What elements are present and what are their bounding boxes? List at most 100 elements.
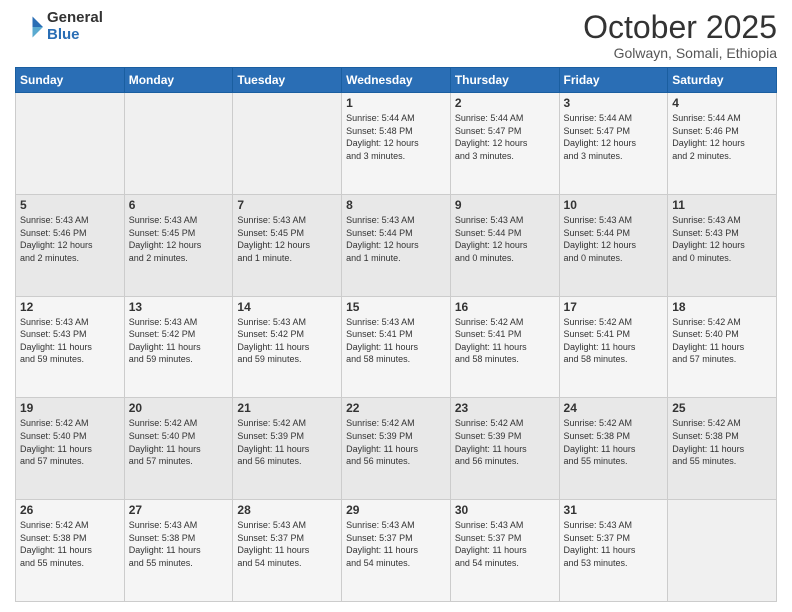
day-header-thursday: Thursday — [450, 68, 559, 93]
day-info: Sunrise: 5:43 AM Sunset: 5:41 PM Dayligh… — [346, 316, 446, 366]
day-info: Sunrise: 5:44 AM Sunset: 5:47 PM Dayligh… — [455, 112, 555, 162]
day-info: Sunrise: 5:42 AM Sunset: 5:40 PM Dayligh… — [20, 417, 120, 467]
calendar-cell: 22 Sunrise: 5:42 AM Sunset: 5:39 PM Dayli… — [342, 398, 451, 500]
calendar-cell — [124, 93, 233, 195]
calendar-cell: 21 Sunrise: 5:42 AM Sunset: 5:39 PM Dayli… — [233, 398, 342, 500]
day-number: 30 — [455, 503, 555, 517]
calendar-cell: 15 Sunrise: 5:43 AM Sunset: 5:41 PM Dayli… — [342, 296, 451, 398]
day-number: 2 — [455, 96, 555, 110]
day-info: Sunrise: 5:42 AM Sunset: 5:38 PM Dayligh… — [672, 417, 772, 467]
day-number: 1 — [346, 96, 446, 110]
day-info: Sunrise: 5:44 AM Sunset: 5:46 PM Dayligh… — [672, 112, 772, 162]
day-info: Sunrise: 5:42 AM Sunset: 5:39 PM Dayligh… — [455, 417, 555, 467]
logo-blue-text: Blue — [47, 26, 80, 43]
day-header-friday: Friday — [559, 68, 668, 93]
day-info: Sunrise: 5:43 AM Sunset: 5:46 PM Dayligh… — [20, 214, 120, 264]
calendar-cell: 1Sunrise: 5:44 AM Sunset: 5:48 PM Daylig… — [342, 93, 451, 195]
calendar-cell: 7 Sunrise: 5:43 AM Sunset: 5:45 PM Daylig… — [233, 194, 342, 296]
day-header-sunday: Sunday — [16, 68, 125, 93]
day-info: Sunrise: 5:43 AM Sunset: 5:37 PM Dayligh… — [237, 519, 337, 569]
calendar-cell: 20 Sunrise: 5:42 AM Sunset: 5:40 PM Dayli… — [124, 398, 233, 500]
calendar-cell: 26 Sunrise: 5:42 AM Sunset: 5:38 PM Dayli… — [16, 500, 125, 602]
calendar-cell: 17 Sunrise: 5:42 AM Sunset: 5:41 PM Dayli… — [559, 296, 668, 398]
logo: General Blue — [15, 10, 103, 43]
week-row-2: 5 Sunrise: 5:43 AM Sunset: 5:46 PM Daylig… — [16, 194, 777, 296]
day-info: Sunrise: 5:43 AM Sunset: 5:37 PM Dayligh… — [346, 519, 446, 569]
day-info: Sunrise: 5:43 AM Sunset: 5:38 PM Dayligh… — [129, 519, 229, 569]
day-number: 26 — [20, 503, 120, 517]
calendar-cell: 12Sunrise: 5:43 AM Sunset: 5:43 PM Dayli… — [16, 296, 125, 398]
week-row-4: 19 Sunrise: 5:42 AM Sunset: 5:40 PM Dayli… — [16, 398, 777, 500]
calendar-cell: 14Sunrise: 5:43 AM Sunset: 5:42 PM Dayli… — [233, 296, 342, 398]
day-header-tuesday: Tuesday — [233, 68, 342, 93]
day-info: Sunrise: 5:43 AM Sunset: 5:45 PM Dayligh… — [237, 214, 337, 264]
day-number: 31 — [564, 503, 664, 517]
calendar-cell: 8 Sunrise: 5:43 AM Sunset: 5:44 PM Daylig… — [342, 194, 451, 296]
day-number: 27 — [129, 503, 229, 517]
calendar-cell: 5 Sunrise: 5:43 AM Sunset: 5:46 PM Daylig… — [16, 194, 125, 296]
day-info: Sunrise: 5:43 AM Sunset: 5:43 PM Dayligh… — [672, 214, 772, 264]
logo-icon — [15, 13, 43, 41]
calendar-cell: 3 Sunrise: 5:44 AM Sunset: 5:47 PM Daylig… — [559, 93, 668, 195]
day-info: Sunrise: 5:43 AM Sunset: 5:45 PM Dayligh… — [129, 214, 229, 264]
page: General Blue October 2025 Golwayn, Somal… — [0, 0, 792, 612]
calendar-cell: 25Sunrise: 5:42 AM Sunset: 5:38 PM Dayli… — [668, 398, 777, 500]
calendar-cell: 18 Sunrise: 5:42 AM Sunset: 5:40 PM Dayli… — [668, 296, 777, 398]
calendar-cell: 28 Sunrise: 5:43 AM Sunset: 5:37 PM Dayli… — [233, 500, 342, 602]
header: General Blue October 2025 Golwayn, Somal… — [15, 10, 777, 61]
title-block: October 2025 Golwayn, Somali, Ethiopia — [583, 10, 777, 61]
calendar-cell — [233, 93, 342, 195]
day-number: 6 — [129, 198, 229, 212]
day-number: 9 — [455, 198, 555, 212]
day-info: Sunrise: 5:43 AM Sunset: 5:42 PM Dayligh… — [129, 316, 229, 366]
day-number: 19 — [20, 401, 120, 415]
day-number: 3 — [564, 96, 664, 110]
calendar-cell: 24 Sunrise: 5:42 AM Sunset: 5:38 PM Dayli… — [559, 398, 668, 500]
calendar-cell: 31Sunrise: 5:43 AM Sunset: 5:37 PM Dayli… — [559, 500, 668, 602]
day-info: Sunrise: 5:43 AM Sunset: 5:44 PM Dayligh… — [455, 214, 555, 264]
calendar-cell: 27 Sunrise: 5:43 AM Sunset: 5:38 PM Dayli… — [124, 500, 233, 602]
day-info: Sunrise: 5:42 AM Sunset: 5:40 PM Dayligh… — [672, 316, 772, 366]
day-info: Sunrise: 5:43 AM Sunset: 5:37 PM Dayligh… — [455, 519, 555, 569]
day-number: 8 — [346, 198, 446, 212]
calendar-cell: 30 Sunrise: 5:43 AM Sunset: 5:37 PM Dayli… — [450, 500, 559, 602]
day-info: Sunrise: 5:42 AM Sunset: 5:39 PM Dayligh… — [237, 417, 337, 467]
day-info: Sunrise: 5:42 AM Sunset: 5:39 PM Dayligh… — [346, 417, 446, 467]
calendar-cell: 10 Sunrise: 5:43 AM Sunset: 5:44 PM Dayli… — [559, 194, 668, 296]
day-info: Sunrise: 5:43 AM Sunset: 5:42 PM Dayligh… — [237, 316, 337, 366]
day-info: Sunrise: 5:42 AM Sunset: 5:41 PM Dayligh… — [564, 316, 664, 366]
week-row-5: 26 Sunrise: 5:42 AM Sunset: 5:38 PM Dayli… — [16, 500, 777, 602]
day-header-monday: Monday — [124, 68, 233, 93]
day-info: Sunrise: 5:42 AM Sunset: 5:40 PM Dayligh… — [129, 417, 229, 467]
day-info: Sunrise: 5:42 AM Sunset: 5:38 PM Dayligh… — [564, 417, 664, 467]
day-number: 7 — [237, 198, 337, 212]
day-info: Sunrise: 5:44 AM Sunset: 5:47 PM Dayligh… — [564, 112, 664, 162]
day-number: 17 — [564, 300, 664, 314]
day-number: 22 — [346, 401, 446, 415]
calendar-cell: 4Sunrise: 5:44 AM Sunset: 5:46 PM Daylig… — [668, 93, 777, 195]
day-number: 16 — [455, 300, 555, 314]
day-info: Sunrise: 5:42 AM Sunset: 5:38 PM Dayligh… — [20, 519, 120, 569]
day-header-wednesday: Wednesday — [342, 68, 451, 93]
day-number: 20 — [129, 401, 229, 415]
calendar-cell: 2 Sunrise: 5:44 AM Sunset: 5:47 PM Daylig… — [450, 93, 559, 195]
calendar-cell: 19 Sunrise: 5:42 AM Sunset: 5:40 PM Dayli… — [16, 398, 125, 500]
calendar-cell — [668, 500, 777, 602]
week-row-1: 1Sunrise: 5:44 AM Sunset: 5:48 PM Daylig… — [16, 93, 777, 195]
day-info: Sunrise: 5:43 AM Sunset: 5:44 PM Dayligh… — [564, 214, 664, 264]
calendar: SundayMondayTuesdayWednesdayThursdayFrid… — [15, 67, 777, 602]
calendar-cell: 6 Sunrise: 5:43 AM Sunset: 5:45 PM Daylig… — [124, 194, 233, 296]
day-number: 28 — [237, 503, 337, 517]
day-number: 21 — [237, 401, 337, 415]
week-row-3: 12Sunrise: 5:43 AM Sunset: 5:43 PM Dayli… — [16, 296, 777, 398]
day-number: 18 — [672, 300, 772, 314]
day-number: 5 — [20, 198, 120, 212]
day-number: 13 — [129, 300, 229, 314]
day-number: 10 — [564, 198, 664, 212]
day-info: Sunrise: 5:43 AM Sunset: 5:44 PM Dayligh… — [346, 214, 446, 264]
logo-general-text: General — [47, 9, 103, 26]
day-number: 24 — [564, 401, 664, 415]
day-info: Sunrise: 5:43 AM Sunset: 5:43 PM Dayligh… — [20, 316, 120, 366]
calendar-cell: 11Sunrise: 5:43 AM Sunset: 5:43 PM Dayli… — [668, 194, 777, 296]
day-number: 15 — [346, 300, 446, 314]
